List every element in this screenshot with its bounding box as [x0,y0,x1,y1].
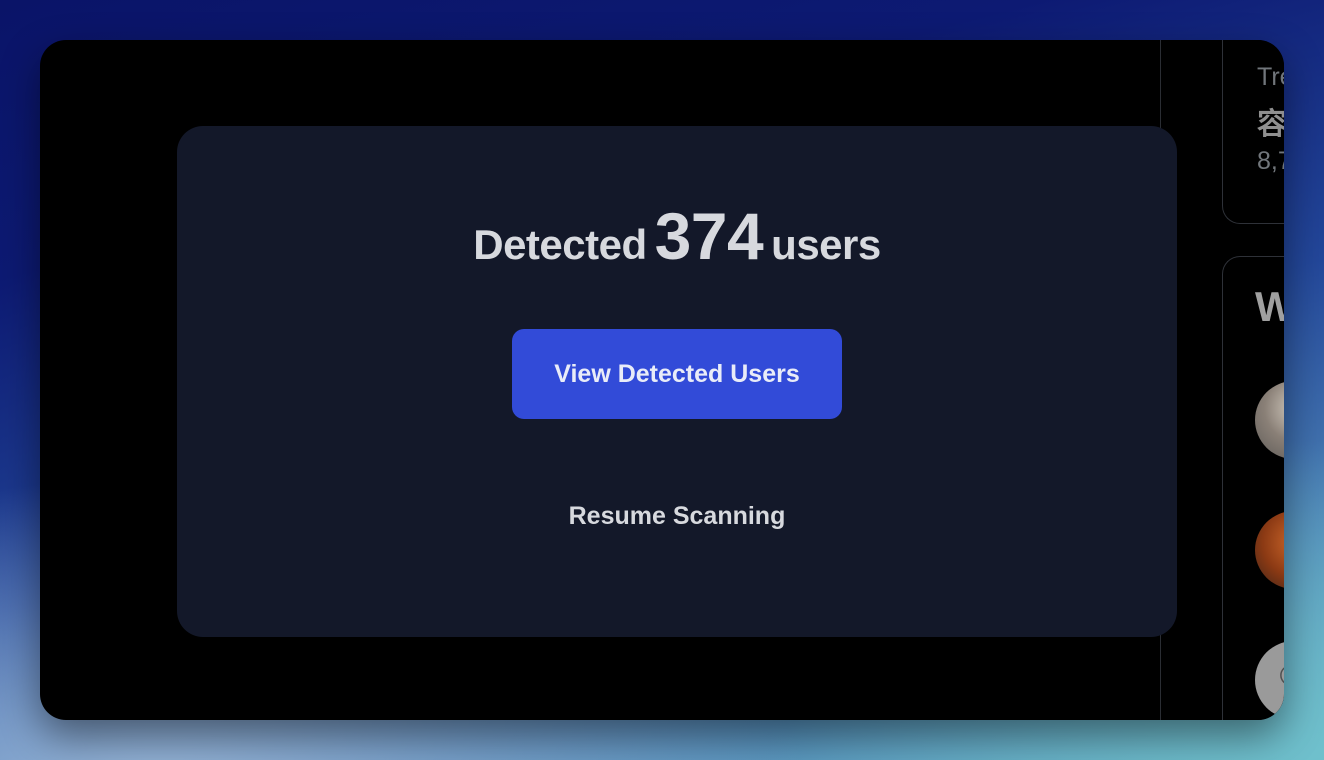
who-to-follow-card: W ☺ [1222,256,1284,720]
detection-headline: Detected 374 users [177,198,1177,274]
suggested-user-avatar[interactable] [1255,381,1284,459]
trend-label: Tre [1257,63,1284,91]
detection-result-dialog: Detected 374 users View Detected Users R… [177,126,1177,637]
who-to-follow-title: W [1255,283,1284,330]
view-detected-users-button[interactable]: View Detected Users [512,329,842,419]
detected-user-count: 374 [654,199,764,273]
app-window: Tre 容 8,7 W ☺ Detected 374 users View De… [40,40,1284,720]
suggested-user-avatar[interactable] [1255,511,1284,589]
trending-card[interactable]: Tre 容 8,7 [1222,40,1284,224]
suggested-user-avatar[interactable]: ☺ [1255,641,1284,719]
headline-suffix: users [771,221,881,268]
headline-prefix: Detected [473,221,647,268]
trend-name[interactable]: 容 [1257,99,1284,143]
trend-post-count: 8,7 [1257,147,1284,175]
person-icon: ☺ [1273,655,1284,694]
resume-scanning-button[interactable]: Resume Scanning [512,494,842,538]
